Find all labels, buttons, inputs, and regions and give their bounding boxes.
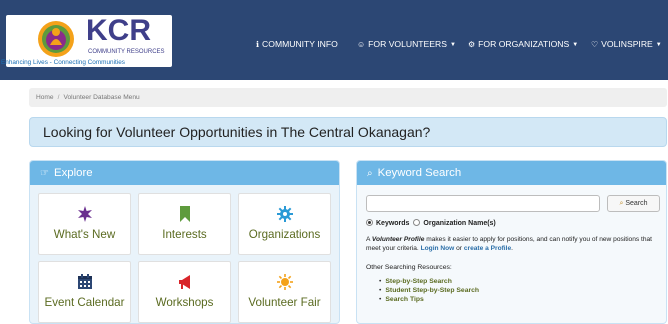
breadcrumb: Home / Volunteer Database Menu (29, 88, 667, 107)
nav-label: VOLINSPIRE (601, 39, 653, 49)
keyword-search-panel: ⌕ Keyword Search ⌕ Search Keywords Organiz… (356, 160, 667, 324)
caret-down-icon: ▼ (449, 42, 456, 48)
logo-tagline: Enhancing Lives - Connecting Communities (1, 59, 125, 66)
hand-pointer-icon: ☞ (40, 168, 49, 179)
bookmark-icon (179, 206, 190, 222)
tile-label: What's New (53, 228, 116, 241)
radio-organization-names-label: Organization Name(s) (423, 220, 496, 227)
search-icon: ⌕ (367, 168, 373, 179)
site-logo[interactable]: KCR COMMUNITY RESOURCES Enhancing Lives … (1, 14, 172, 67)
tile-workshops[interactable]: Workshops (138, 261, 231, 323)
gear-icon (276, 206, 293, 222)
nav-for-volunteers[interactable]: ☺ FOR VOLUNTEERS ▼ (357, 38, 456, 51)
keyword-search-input[interactable] (366, 195, 600, 212)
nav-for-organizations[interactable]: ⚙ FOR ORGANIZATIONS ▼ (468, 38, 578, 51)
nav-community-info[interactable]: ℹ COMMUNITY INFO (256, 38, 338, 51)
tile-label: Workshops (155, 296, 214, 309)
nav-label: FOR ORGANIZATIONS (478, 39, 570, 49)
explore-title: Explore (53, 167, 93, 179)
tile-label: Volunteer Fair (248, 296, 321, 309)
info-circle-icon: ℹ (256, 40, 260, 49)
link-student-step-by-step-search[interactable]: Student Step-by-Step Search (379, 286, 479, 295)
keyword-search-title: Keyword Search (377, 167, 462, 179)
tile-label: Event Calendar (44, 296, 125, 309)
caret-down-icon: ▼ (572, 42, 579, 48)
megaphone-icon (178, 275, 190, 289)
explore-panel-header: ☞ Explore (30, 161, 339, 185)
logo-title: KCR (86, 14, 151, 47)
nav-label: FOR VOLUNTEERS (368, 39, 447, 49)
radio-keywords-label: Keywords (376, 220, 410, 227)
login-now-link[interactable]: Login Now (421, 245, 455, 252)
breadcrumb-home[interactable]: Home (36, 94, 54, 101)
other-resources-heading: Other Searching Resources: (366, 264, 452, 271)
keyword-search-header: ⌕ Keyword Search (357, 161, 666, 185)
search-type-options: Keywords Organization Name(s) (366, 219, 496, 229)
tile-whats-new[interactable]: What's New (38, 193, 131, 255)
search-icon: ⌕ (619, 200, 624, 207)
nav-volinspire[interactable]: ♡ VOLINSPIRE ▼ (591, 38, 662, 51)
tile-event-calendar[interactable]: Event Calendar (38, 261, 131, 323)
search-button-label: Search (625, 200, 648, 207)
search-button[interactable]: ⌕ Search (607, 195, 660, 212)
heart-icon: ♡ (591, 40, 599, 49)
profile-description: A Volunteer Profile makes it easier to a… (366, 236, 662, 254)
link-step-by-step-search[interactable]: Step-by-Step Search (379, 277, 479, 286)
page-banner: Looking for Volunteer Opportunities in T… (29, 117, 667, 147)
radio-organization-names[interactable] (413, 219, 421, 226)
kcr-logo-icon (38, 21, 74, 57)
desc-suffix: . (511, 244, 513, 252)
calendar-icon (77, 274, 92, 289)
tile-volunteer-fair[interactable]: Volunteer Fair (238, 261, 331, 323)
volunteer-profile-term: Volunteer Profile (371, 236, 425, 243)
caret-down-icon: ▼ (655, 42, 662, 48)
person-icon: ☺ (357, 40, 366, 49)
radio-keywords[interactable] (366, 219, 373, 226)
create-profile-link[interactable]: create a Profile (464, 245, 511, 252)
link-search-tips[interactable]: Search Tips (379, 295, 479, 304)
tile-organizations[interactable]: Organizations (238, 193, 331, 255)
logo-subtitle: COMMUNITY RESOURCES (88, 49, 165, 55)
site-header: KCR COMMUNITY RESOURCES Enhancing Lives … (0, 0, 668, 80)
resources-list: Step-by-Step Search Student Step-by-Step… (379, 277, 479, 305)
tile-label: Interests (162, 228, 207, 241)
starburst-icon (77, 206, 92, 222)
desc-or: or (454, 244, 464, 252)
nav-label: COMMUNITY INFO (262, 39, 338, 49)
tile-label: Organizations (248, 228, 321, 241)
gear-icon: ⚙ (468, 40, 476, 49)
sun-icon (276, 274, 293, 290)
breadcrumb-current: Volunteer Database Menu (63, 94, 140, 101)
breadcrumb-separator: / (57, 94, 60, 101)
tile-interests[interactable]: Interests (138, 193, 231, 255)
explore-panel: ☞ Explore What's New Interests Organizat… (29, 160, 340, 324)
